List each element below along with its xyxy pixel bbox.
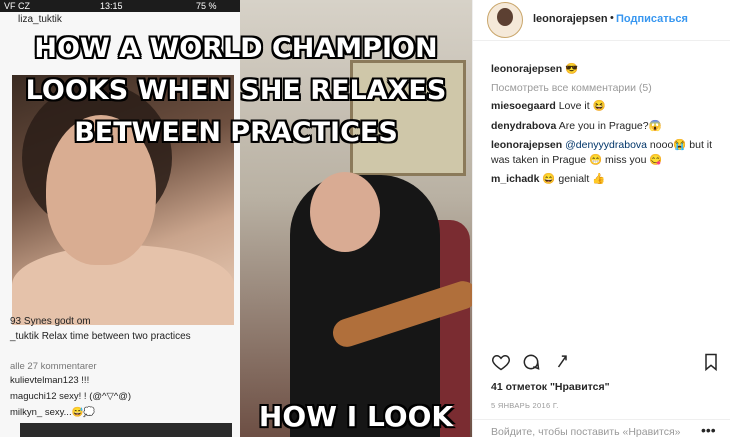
share-icon[interactable]: [551, 352, 571, 372]
comment-text: Are you in Prague?😱: [558, 120, 662, 132]
post-date[interactable]: 5 ЯНВАРЬ 2016 Г.: [491, 401, 559, 410]
comment-username[interactable]: m_ichadk: [491, 173, 539, 185]
meme-bottom-caption: HOW I LOOK: [258, 400, 454, 433]
action-bar: [491, 352, 721, 374]
more-dots-icon[interactable]: •••: [701, 422, 716, 438]
inner-comment: maguchi12 sexy! ! (@^▽^@): [10, 391, 132, 402]
meme-top-caption: HOW A WORLD CHAMPION LOOKS WHEN SHE RELA…: [25, 33, 447, 148]
post-header: leonorajepsen • Подписаться: [473, 0, 730, 41]
comment-mention-link[interactable]: @denyyydrabova: [565, 139, 647, 151]
inner-likes-line: 93 Synes godt om: [10, 316, 91, 327]
follow-button[interactable]: Подписаться: [616, 13, 688, 25]
separator-dot: •: [610, 12, 614, 24]
view-all-comments-link[interactable]: Посмотреть все комментарии (5): [491, 82, 652, 94]
clock-text: 13:15: [100, 1, 123, 11]
comment-username[interactable]: leonorajepsen: [491, 139, 562, 151]
battery-text: 75 %: [196, 1, 217, 11]
carrier-text: VF CZ: [4, 1, 30, 11]
inner-caption: _tuktik Relax time between two practices: [10, 331, 191, 342]
caption-username[interactable]: leonorajepsen: [491, 63, 562, 75]
comment-username[interactable]: denydrabova: [491, 120, 556, 132]
bookmark-icon[interactable]: [701, 352, 721, 372]
comment: denydrabova Are you in Prague?😱: [491, 119, 721, 134]
inner-post-username: liza_tuktik: [18, 14, 62, 25]
comment-bubble-icon[interactable]: [521, 352, 541, 372]
phone-tab-bar: [20, 423, 232, 437]
comment-username[interactable]: miesoegaard: [491, 100, 556, 112]
header-username-link[interactable]: leonorajepsen: [533, 13, 608, 25]
inner-caption-text: Relax time between two practices: [41, 331, 191, 342]
post-image[interactable]: VF CZ 13:15 75 % liza_tuktik 93 Synes go…: [0, 0, 472, 437]
phone-status-bar: VF CZ 13:15 75 %: [0, 0, 240, 12]
caption-emoji: 😎: [565, 63, 579, 75]
comment-text: 😄 genialt 👍: [542, 173, 606, 185]
inner-comments-link: alle 27 kommentarer: [10, 361, 97, 372]
inner-comment: milkyn_ sexy...😅💭: [10, 407, 96, 418]
person-head: [310, 172, 380, 252]
avatar[interactable]: [487, 2, 523, 38]
login-bar: Войдите, чтобы поставить «Нравится» •••: [473, 419, 730, 438]
login-prompt[interactable]: Войдите, чтобы поставить «Нравится»: [491, 426, 681, 438]
post-sidebar: leonorajepsen • Подписаться leonorajepse…: [472, 0, 730, 438]
comment: miesoegaard Love it 😆: [491, 99, 721, 114]
comment: m_ichadk 😄 genialt 👍: [491, 172, 721, 187]
comment-text: Love it 😆: [558, 100, 606, 112]
likes-count[interactable]: 41 отметок "Нравится": [491, 381, 610, 393]
comment: leonorajepsen @denyyydrabova nooo😭 but i…: [491, 138, 721, 168]
heart-icon[interactable]: [491, 352, 511, 372]
inner-caption-user: _tuktik: [10, 331, 39, 342]
caption: leonorajepsen 😎: [491, 62, 578, 75]
inner-comment: kulievtelman123 !!!: [10, 375, 90, 386]
